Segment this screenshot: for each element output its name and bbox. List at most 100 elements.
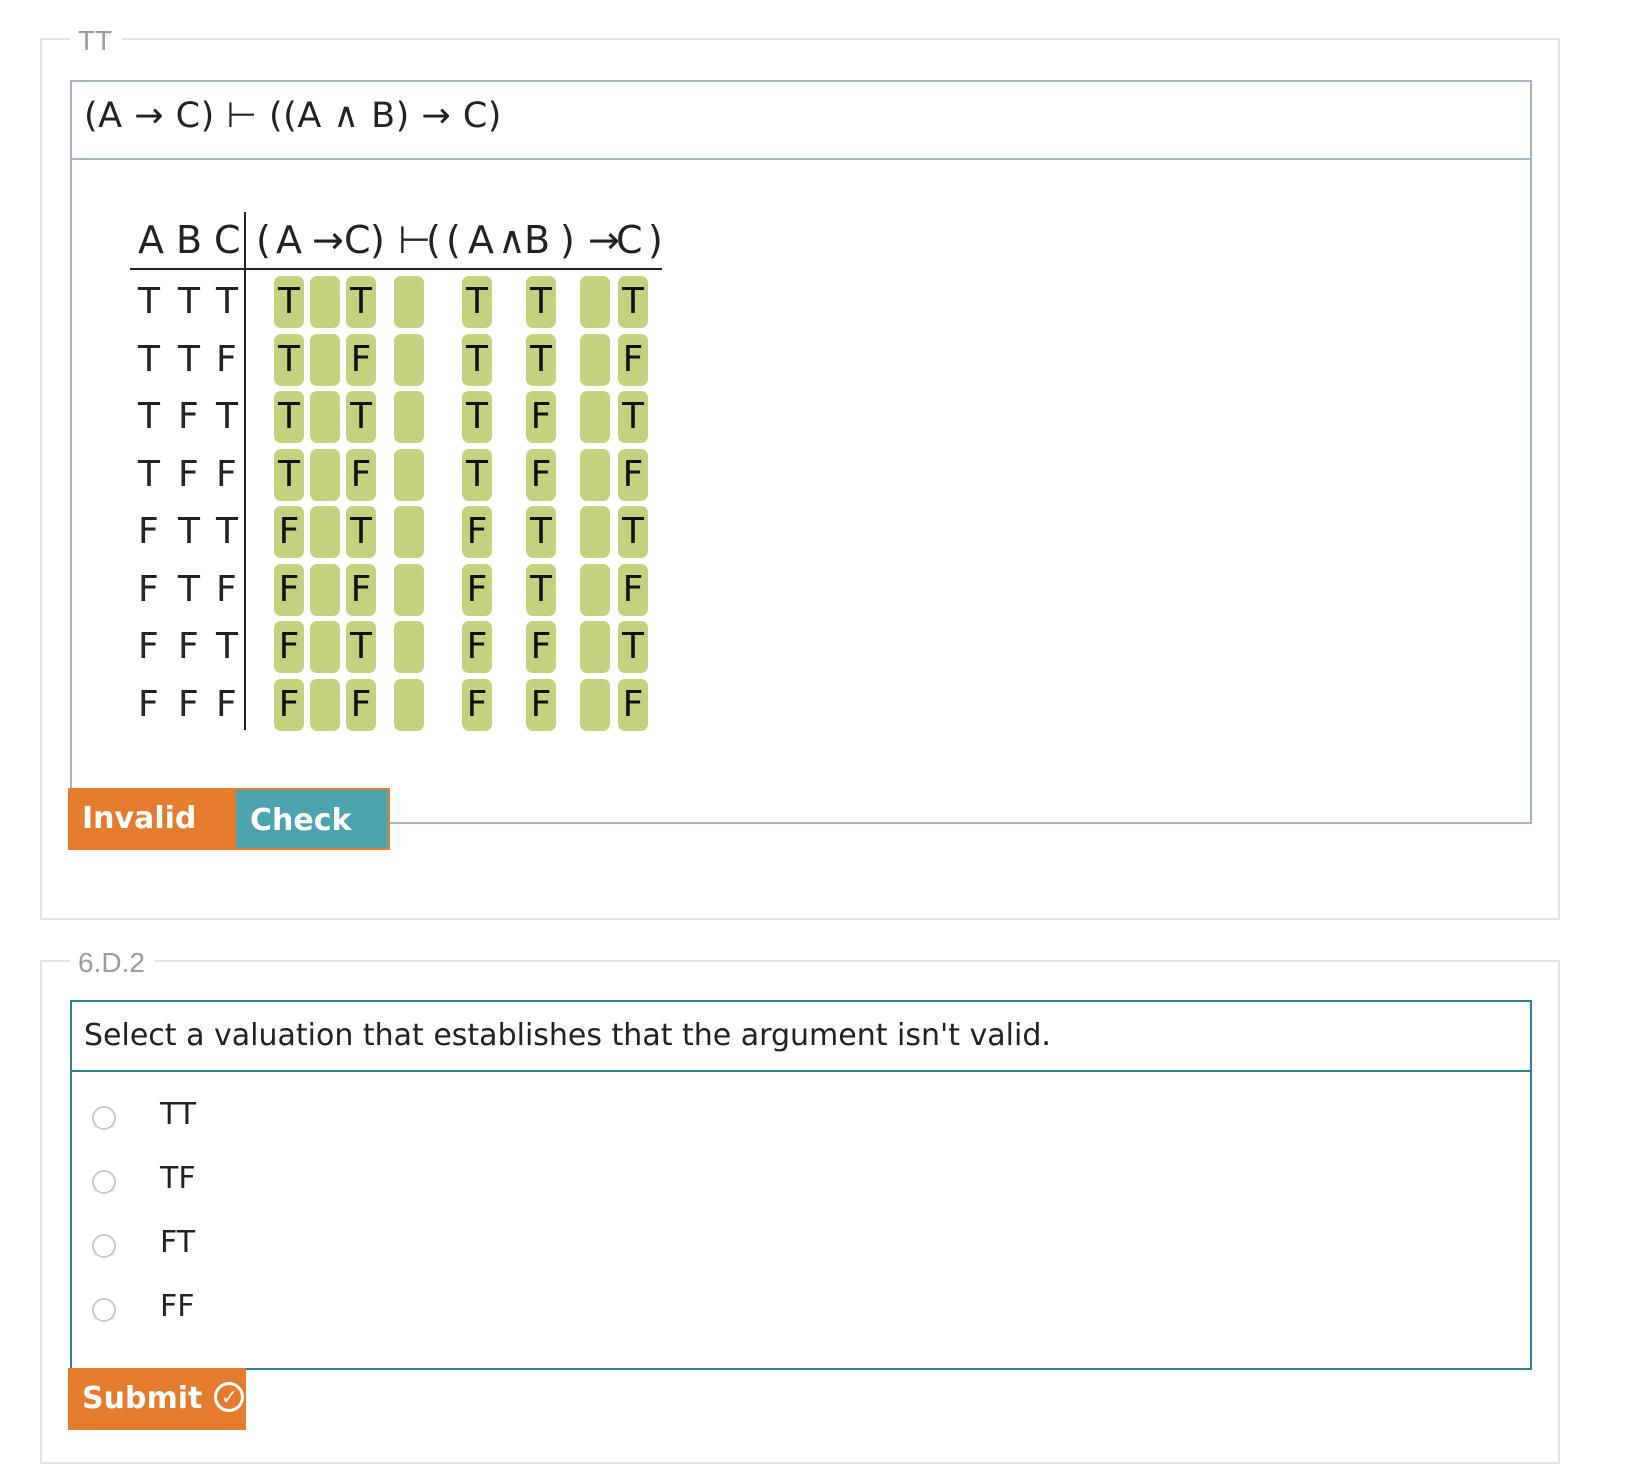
truth-value-cell[interactable] [394,333,424,386]
truth-value-cell[interactable] [394,678,424,731]
truth-value-cell[interactable] [310,678,340,731]
radio-button[interactable] [92,1234,116,1258]
truth-value-cell[interactable] [394,563,424,616]
truth-value-cell[interactable]: F [526,678,556,731]
truth-value-cell[interactable]: T [618,276,648,328]
truth-value-cell[interactable]: F [618,563,648,616]
truth-value-cell[interactable] [580,621,610,673]
table-header-symbol: C [344,218,371,262]
truth-value-cell[interactable]: F [462,506,492,558]
option-label: TF [160,1161,196,1196]
valuation-value: T [138,338,160,380]
truth-value-cell[interactable]: F [274,506,304,558]
truth-value-cell[interactable]: F [346,678,376,731]
question-box: Select a valuation that establishes that… [70,1000,1532,1370]
table-header-symbol: ( [256,218,271,262]
truth-table-card: TT (A → C) ⊢ ((A ∧ B) → C) A B C(A → C) ⊢((A ∧… [40,20,1560,920]
truth-value-cell[interactable] [310,563,340,616]
table-header-symbol: C [616,218,643,262]
valuation-value: F [178,683,199,725]
truth-value-cell[interactable] [580,448,610,501]
truth-value-cell[interactable]: T [274,448,304,501]
truth-value-cell[interactable]: T [526,333,556,386]
truth-value-cell[interactable] [310,448,340,501]
valuation-value: F [138,626,159,667]
truth-value-cell[interactable]: T [618,621,648,673]
truth-value-cell[interactable]: F [526,448,556,501]
valuation-value: F [216,338,237,380]
truth-value-cell[interactable] [394,448,424,501]
truth-value-cell[interactable] [580,276,610,328]
truth-value-cell[interactable] [310,333,340,386]
invalid-label: Invalid [82,801,197,836]
truth-value-cell[interactable]: F [346,333,376,386]
truth-value-cell[interactable] [310,621,340,673]
truth-value-cell[interactable]: T [462,276,492,328]
truth-value-cell[interactable] [394,276,424,328]
table-header-rule [130,268,662,270]
radio-button[interactable] [92,1298,116,1322]
truth-value-cell[interactable]: T [526,276,556,328]
truth-value-cell[interactable]: T [526,563,556,616]
exclamation-icon: ! [94,863,124,894]
invalid-button[interactable]: Invalid! [68,788,236,894]
valuation-value: T [178,281,200,322]
truth-value-cell[interactable]: F [274,678,304,731]
valuation-value: F [138,511,159,552]
truth-value-cell[interactable] [580,678,610,731]
truth-value-cell[interactable]: T [274,391,304,443]
truth-value-cell[interactable]: T [618,391,648,443]
truth-value-cell[interactable]: F [462,678,492,731]
truth-value-cell[interactable]: F [462,621,492,673]
truth-value-cell[interactable]: F [618,333,648,386]
truth-value-cell[interactable] [310,391,340,443]
truth-value-cell[interactable]: F [526,391,556,443]
table-header-symbol: ) [370,218,385,262]
truth-value-cell[interactable] [580,506,610,558]
truth-value-cell[interactable]: T [274,276,304,328]
radio-button[interactable] [92,1106,116,1130]
truth-value-cell[interactable]: F [618,678,648,731]
table-column-rule [244,212,246,730]
truth-value-cell[interactable] [394,391,424,443]
truth-value-cell[interactable] [310,276,340,328]
truth-value-cell[interactable]: F [274,621,304,673]
truth-value-cell[interactable]: T [274,333,304,386]
valuation-value: T [216,396,238,437]
valuation-value: T [138,453,160,495]
truth-value-cell[interactable]: F [346,563,376,616]
truth-value-cell[interactable]: T [462,448,492,501]
truth-value-cell[interactable]: T [346,391,376,443]
check-button[interactable]: Check? [234,788,390,896]
truth-value-cell[interactable] [394,506,424,558]
truth-value-cell[interactable] [394,621,424,673]
valuation-value: T [178,338,200,380]
valuation-value: F [178,396,199,437]
truth-value-cell[interactable]: T [346,621,376,673]
truth-value-cell[interactable] [580,391,610,443]
truth-value-cell[interactable]: T [526,506,556,558]
argument-title: (A → C) ⊢ ((A ∧ B) → C) [84,96,502,136]
radio-button[interactable] [92,1170,116,1194]
truth-value-cell[interactable]: F [462,563,492,616]
valuation-value: F [216,453,237,495]
table-header-symbol: ) [648,218,663,262]
truth-value-cell[interactable]: T [346,506,376,558]
truth-value-cell[interactable]: T [462,391,492,443]
truth-value-cell[interactable]: T [462,333,492,386]
truth-value-cell[interactable] [580,333,610,386]
truth-value-cell[interactable]: F [274,563,304,616]
table-header-symbol: ( [426,218,441,262]
table-header-symbol: ) [560,218,575,262]
submit-button[interactable]: Submit ✓ [68,1368,246,1430]
truth-value-cell[interactable]: T [618,506,648,558]
truth-value-cell[interactable]: F [346,448,376,501]
table-header-symbol: → [312,218,344,262]
truth-value-cell[interactable]: T [346,276,376,328]
table-header-symbol: ∧ [498,218,526,262]
truth-value-cell[interactable]: F [526,621,556,673]
truth-value-cell[interactable] [310,506,340,558]
truth-value-cell[interactable] [580,563,610,616]
valuation-value: F [138,683,159,725]
truth-value-cell[interactable]: F [618,448,648,501]
